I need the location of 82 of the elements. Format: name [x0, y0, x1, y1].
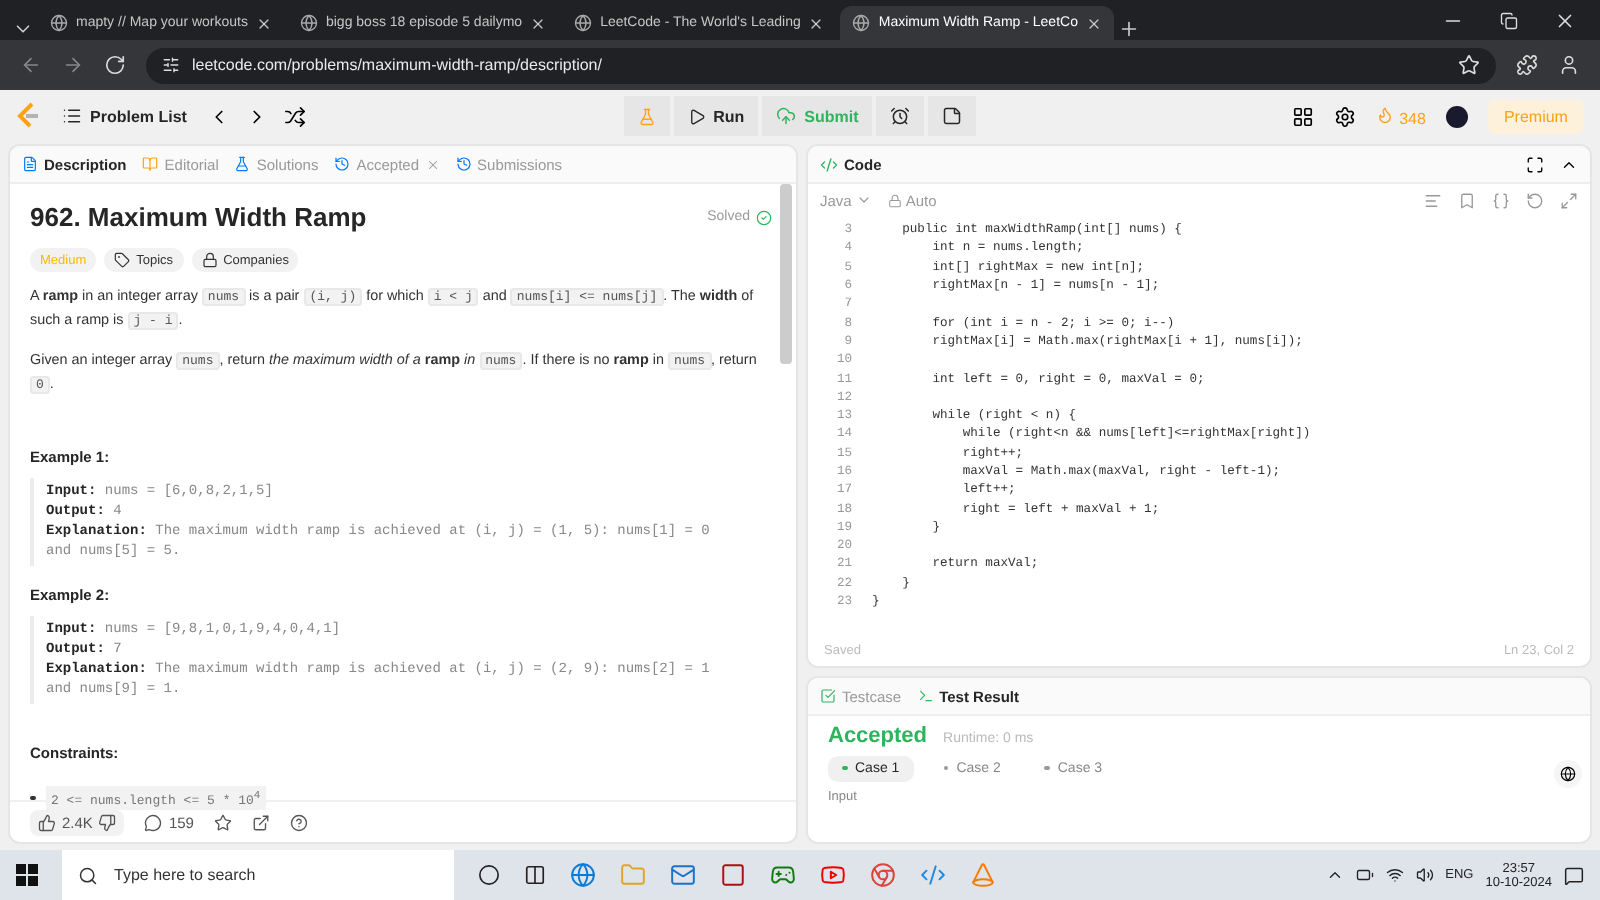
alarm-clock-icon	[890, 106, 911, 126]
close-icon[interactable]	[1554, 9, 1576, 31]
problem-list-button[interactable]: Problem List	[56, 102, 193, 130]
gamepad-icon[interactable]	[770, 862, 796, 888]
globe-icon	[852, 14, 871, 32]
checkbox-icon	[820, 688, 836, 704]
share-icon[interactable]	[251, 813, 270, 831]
close-icon[interactable]	[808, 15, 825, 31]
history-icon	[334, 156, 351, 172]
browser-icon[interactable]	[570, 862, 596, 888]
braces-icon[interactable]	[1492, 191, 1510, 209]
run-button[interactable]: Run	[673, 96, 759, 136]
timer-button[interactable]	[876, 96, 925, 136]
comment-icon	[144, 813, 163, 831]
list-icon	[62, 106, 82, 126]
task-view-icon[interactable]	[524, 864, 546, 886]
code-icon	[820, 155, 838, 173]
site-settings-icon	[162, 56, 180, 74]
document-icon	[22, 156, 38, 172]
tag-icon	[114, 252, 131, 268]
star-icon[interactable]	[213, 813, 232, 831]
verdict-text: Accepted	[828, 724, 928, 748]
globe-icon	[299, 14, 318, 32]
thumbs-up-icon	[38, 813, 56, 831]
translate-button[interactable]	[1554, 760, 1582, 788]
flask-icon	[637, 107, 656, 125]
back-icon[interactable]	[20, 54, 42, 76]
chevron-down-icon	[855, 192, 872, 208]
battery-icon	[1355, 866, 1374, 884]
bookmark-icon[interactable]	[1458, 191, 1476, 209]
extensions-icon[interactable]	[1516, 54, 1538, 76]
thumbs-down-icon	[98, 813, 117, 831]
chevron-up-icon[interactable]	[1325, 866, 1344, 884]
notifications-icon[interactable]	[1564, 865, 1584, 885]
circle-icon[interactable]	[478, 864, 500, 886]
book-icon	[142, 156, 159, 172]
terminal-icon	[917, 688, 934, 704]
play-icon[interactable]	[820, 862, 846, 888]
notes-button[interactable]	[928, 96, 977, 136]
lock-icon	[887, 193, 902, 207]
settings-icon[interactable]	[1334, 105, 1357, 127]
close-icon[interactable]	[530, 15, 547, 31]
maximize-icon[interactable]	[1526, 155, 1544, 173]
flame-icon	[1376, 105, 1395, 123]
note-icon	[942, 106, 963, 126]
bullet-icon	[30, 795, 35, 801]
restore-icon[interactable]	[1500, 11, 1518, 29]
shuffle-icon[interactable]	[284, 105, 307, 127]
reset-icon[interactable]	[1526, 191, 1544, 209]
reload-icon[interactable]	[104, 54, 126, 76]
help-icon[interactable]	[289, 813, 308, 831]
scrollbar-thumb[interactable]	[780, 184, 792, 364]
profile-icon[interactable]	[1558, 54, 1580, 76]
windows-logo-icon[interactable]	[16, 864, 38, 886]
new-tab-icon[interactable]	[1117, 18, 1140, 40]
avatar[interactable]	[1445, 105, 1468, 127]
close-icon[interactable]	[1085, 15, 1102, 31]
play-icon	[687, 107, 706, 125]
close-icon[interactable]	[255, 15, 272, 31]
lock-icon	[201, 252, 218, 268]
mail-icon[interactable]	[670, 862, 696, 888]
app-icon[interactable]	[720, 862, 746, 888]
taskbar-search-field[interactable]: Type here to search	[62, 850, 454, 900]
history-icon	[455, 156, 472, 172]
chrome-icon[interactable]	[870, 862, 896, 888]
url-text: leetcode.com/problems/maximum-width-ramp/description/	[192, 56, 602, 74]
problem-title: 962. Maximum Width Ramp	[30, 202, 367, 232]
translate-icon	[1560, 766, 1576, 782]
check-circle-icon	[756, 209, 772, 225]
address-bar[interactable]: leetcode.com/problems/maximum-width-ramp/description/	[146, 47, 1496, 83]
volume-icon	[1415, 866, 1434, 884]
flask-icon	[234, 156, 251, 172]
format-icon[interactable]	[1424, 191, 1442, 209]
code-editor-icon[interactable]	[920, 862, 946, 888]
search-icon	[78, 865, 98, 885]
expand-icon[interactable]	[1560, 191, 1578, 209]
globe-icon	[574, 14, 593, 32]
forward-icon[interactable]	[62, 54, 84, 76]
globe-icon	[50, 14, 68, 32]
cloud-upload-icon	[776, 106, 797, 126]
wifi-icon	[1385, 866, 1404, 884]
grid-icon[interactable]	[1292, 105, 1315, 127]
